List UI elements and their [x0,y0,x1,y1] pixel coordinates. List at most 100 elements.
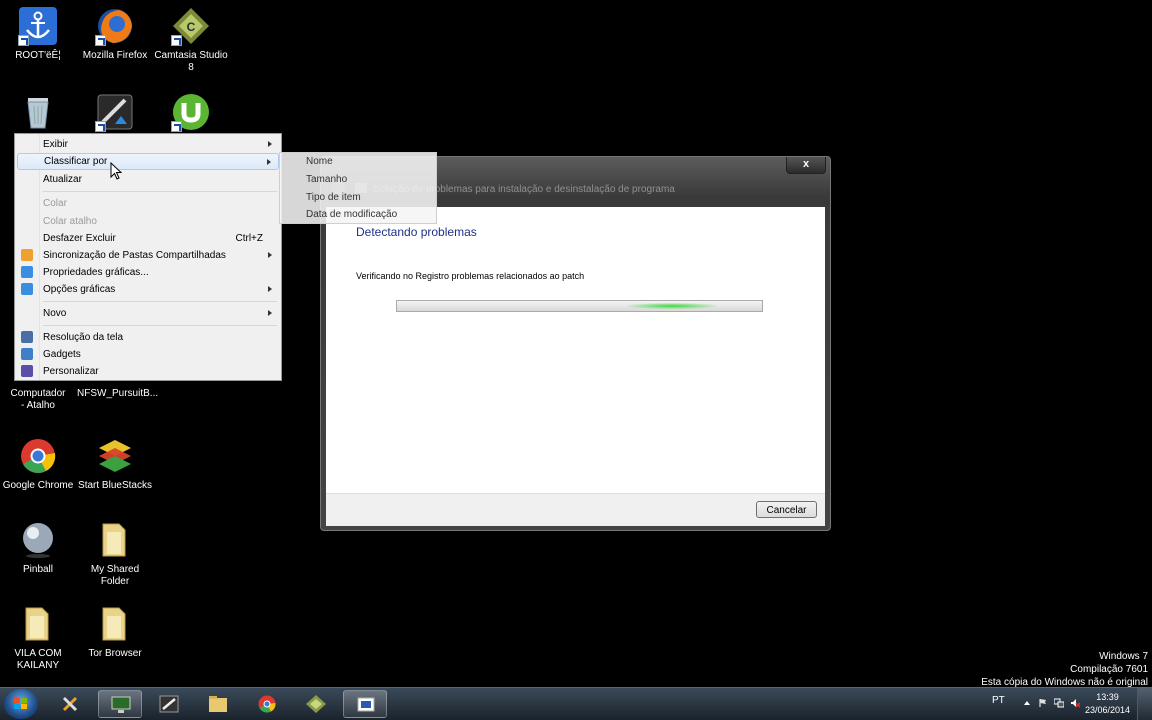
menu-item-colar: Colar [17,195,279,212]
menu-item-label: Atualizar [43,174,82,185]
sync-icon [21,249,33,261]
menu-item-label: Colar [43,198,67,209]
desktop-icon-shared-folder[interactable]: My Shared Folder [77,520,153,588]
windows-watermark: Windows 7 Compilação 7601 Esta cópia do … [981,650,1148,689]
desktop-icon-vila[interactable]: VILA COM KAILANY [0,604,76,672]
anchor-icon [18,6,58,46]
menu-item-propriedades-graficas[interactable]: Propriedades gráficas... [17,264,279,281]
folder-icon [95,604,135,644]
system-tray: PT 13:39 23/06/2014 [982,688,1152,720]
menu-item-label: Colar atalho [43,216,97,227]
download-app-icon [95,92,135,132]
show-hidden-icons-icon[interactable] [1022,698,1032,708]
desktop-icon-camtasia[interactable]: C Camtasia Studio 8 [153,6,229,74]
desktop-icon-label: Computador - Atalho [10,388,66,411]
submenu-item-tamanho[interactable]: Tamanho [306,174,347,185]
desktop-icon-pinball[interactable]: Pinball [0,520,76,576]
submenu-arrow-icon [268,141,272,147]
desktop-icon-downloader[interactable] [77,92,153,136]
dialog-heading: Detectando problemas [356,225,477,239]
menu-item-label: Personalizar [43,366,99,377]
language-indicator[interactable]: PT [992,695,1005,706]
graphics-options-icon [21,283,33,295]
desktop-icon-label: Camtasia Studio 8 [154,50,228,73]
cancel-button[interactable]: Cancelar [756,501,817,518]
menu-item-novo[interactable]: Novo [17,305,279,322]
menu-item-shortcut: Ctrl+Z [235,233,264,244]
network-icon[interactable] [1054,698,1064,708]
shortcut-arrow-icon [95,35,106,46]
start-button[interactable] [4,689,38,719]
close-button[interactable]: x [786,157,826,174]
menu-item-exibir[interactable]: Exibir [17,136,279,153]
menu-item-classificar-por[interactable]: Classificar por [17,153,279,170]
clock-date: 23/06/2014 [1084,705,1130,715]
action-center-flag-icon[interactable] [1038,698,1048,708]
desktop-icon-firefox[interactable]: Mozilla Firefox [77,6,153,62]
desktop-icon-label: Mozilla Firefox [82,50,148,61]
shortcut-arrow-icon [18,35,29,46]
menu-item-label: Resolução da tela [43,332,124,343]
shortcut-arrow-icon [171,35,182,46]
taskbar-clock[interactable]: 13:39 23/06/2014 [1085,691,1130,717]
desktop-context-menu: Exibir Classificar por Atualizar Colar C… [14,133,282,381]
progress-bar [396,300,763,312]
desktop-icon-tor[interactable]: Tor Browser [77,604,153,660]
submenu-item-data[interactable]: Data de modificação [306,209,397,220]
monitor-icon [111,696,131,713]
taskbar-app-chrome[interactable] [245,690,289,718]
volume-muted-icon[interactable] [1070,698,1080,708]
desktop-icon-label: Start BlueStacks [78,480,152,491]
desktop-icon-chrome[interactable]: Google Chrome [0,436,76,492]
gadgets-icon [21,348,33,360]
taskbar-app-monitor[interactable] [98,690,142,718]
desktop-icon-label: Google Chrome [2,480,74,491]
graphics-properties-icon [21,266,33,278]
watermark-build: Compilação 7601 [1070,664,1148,675]
menu-item-sincronizacao[interactable]: Sincronização de Pastas Compartilhadas [17,247,279,264]
shortcut-arrow-icon [171,121,182,132]
bluestacks-icon [95,436,135,476]
taskbar-app-explorer[interactable] [196,690,240,718]
taskbar: PT 13:39 23/06/2014 [0,687,1152,720]
watermark-os: Windows 7 [1099,651,1148,662]
taskbar-app-troubleshooter[interactable] [343,690,387,718]
menu-item-label: Classificar por [44,156,108,167]
svg-text:C: C [187,20,196,34]
taskbar-app-tools[interactable] [49,690,93,718]
menu-item-opcoes-graficas[interactable]: Opções gráficas [17,281,279,298]
menu-item-personalizar[interactable]: Personalizar [17,363,279,380]
shortcut-arrow-icon [95,121,106,132]
desktop-icon-label: VILA COM KAILANY [14,648,62,671]
folder-icon [95,520,135,560]
submenu-arrow-icon [268,252,272,258]
menu-item-label: Propriedades gráficas... [43,267,149,278]
submenu-arrow-icon [267,159,271,165]
desktop-icon-label: NFSW_PursuitB... [77,388,159,399]
monitor-icon [21,331,33,343]
menu-item-gadgets[interactable]: Gadgets [17,346,279,363]
taskbar-app-camtasia[interactable] [294,690,338,718]
submenu-arrow-icon [268,286,272,292]
menu-item-label: Opções gráficas [43,284,116,295]
menu-item-resolucao-tela[interactable]: Resolução da tela [17,329,279,346]
sort-by-submenu: Nome Tamanho Tipo de item Data de modifi… [279,152,437,224]
mouse-cursor-icon [110,162,122,180]
desktop-icon-bluestacks[interactable]: Start BlueStacks [77,436,153,492]
show-desktop-button[interactable] [1137,688,1152,720]
taskbar-app-downloader[interactable] [147,690,191,718]
desktop-icon-utorrent[interactable] [153,92,229,136]
menu-item-desfazer-excluir[interactable]: Desfazer Excluir Ctrl+Z [17,230,279,247]
dialog-footer: Cancelar [326,493,825,526]
tools-icon [62,696,78,712]
desktop-icon-recycle-bin[interactable] [0,92,76,136]
utorrent-icon [171,92,211,132]
progress-marquee [627,303,717,309]
menu-item-label: Exibir [43,139,69,150]
submenu-item-tipo[interactable]: Tipo de item [306,192,361,203]
submenu-item-nome[interactable]: Nome [306,156,333,167]
menu-item-label: Gadgets [43,349,81,360]
desktop-icon-root[interactable]: ROOT'ëÊ¦ [0,6,76,62]
chrome-icon [18,436,58,476]
menu-item-atualizar[interactable]: Atualizar [17,171,279,188]
